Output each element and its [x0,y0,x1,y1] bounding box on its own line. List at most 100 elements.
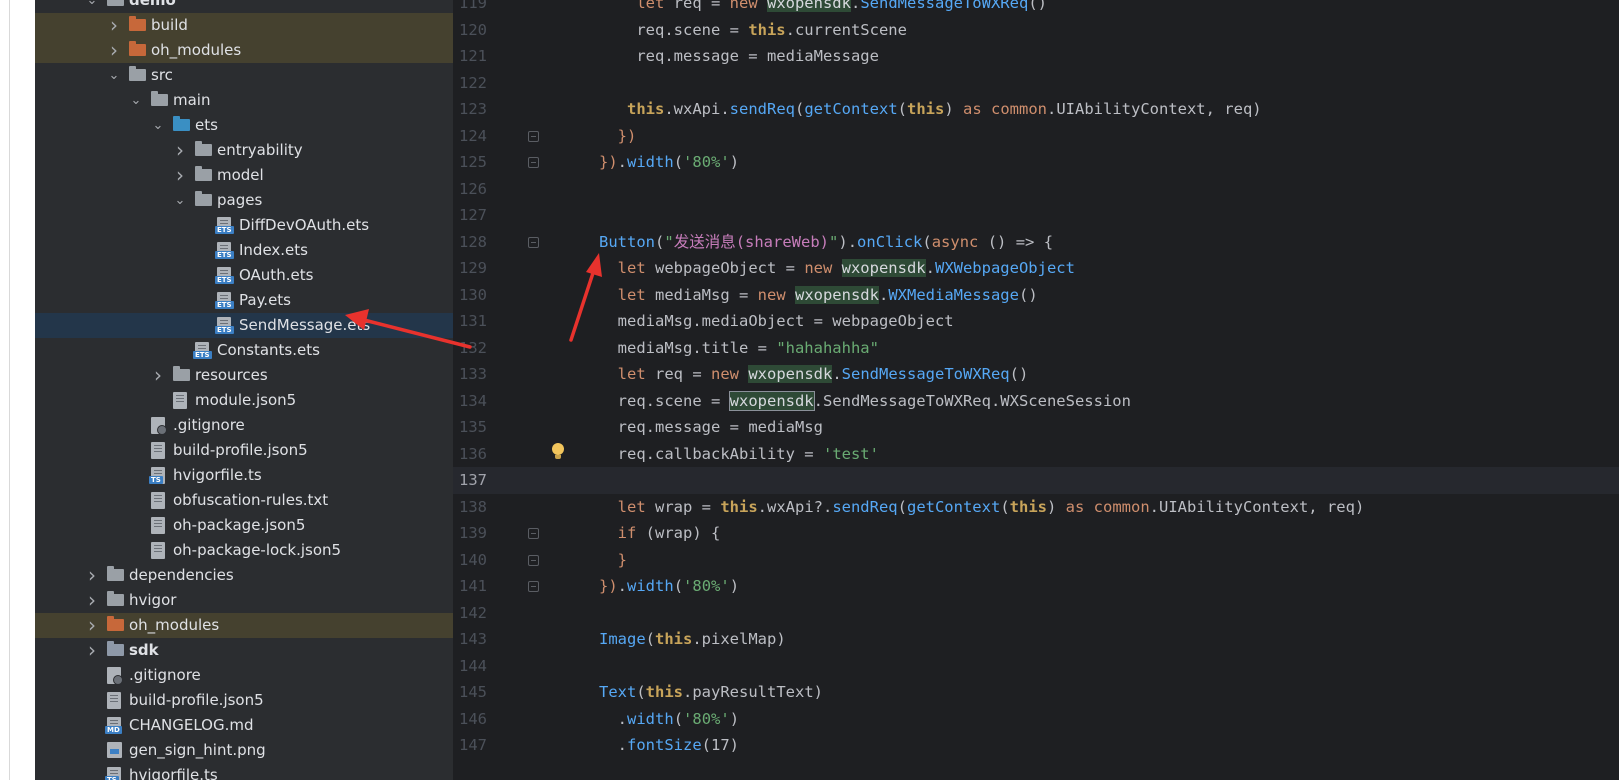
tree-item[interactable]: ETS DiffDevOAuth.ets [35,213,468,238]
line-number: 120 [459,20,487,39]
code-line[interactable]: 131 mediaMsg.mediaObject = webpageObject [453,308,1619,335]
chevron-down-icon[interactable]: ⌄ [173,188,187,213]
code-line[interactable]: 145 Text(this.payResultText) [453,679,1619,706]
chevron-right-icon[interactable]: › [151,363,165,388]
fold-marker-icon[interactable] [528,157,539,168]
line-number: 142 [459,603,487,622]
chevron-down-icon[interactable]: ⌄ [85,0,99,13]
tree-item[interactable]: › oh_modules [35,38,468,63]
line-number: 136 [459,444,487,463]
code-token: ) [1046,497,1066,516]
tree-item[interactable]: gen_sign_hint.png [35,738,468,763]
code-token: as [963,100,991,118]
code-line[interactable]: 144 [453,653,1619,680]
chevron-right-icon[interactable]: › [173,138,187,163]
code-line[interactable]: 146 .width('80%') [453,706,1619,733]
code-token: req.callbackAbility = [617,444,823,463]
code-line[interactable]: 142 [453,600,1619,627]
chevron-down-icon[interactable]: ⌄ [107,63,121,88]
project-tree-panel[interactable]: ⌄ demo › build › oh_modules ⌄ src ⌄ main ⌄ ets › entr… [35,0,468,780]
code-editor[interactable]: 119 let req = new wxopensdk.SendMessageT… [453,0,1619,780]
code-line[interactable]: 136 req.callbackAbility = 'test' [453,441,1619,468]
chevron-right-icon[interactable]: › [85,563,99,588]
tree-item[interactable]: oh-package-lock.json5 [35,538,468,563]
code-line[interactable]: 126 [453,176,1619,203]
tree-item[interactable]: › resources [35,363,468,388]
code-line[interactable]: 130 let mediaMsg = new wxopensdk.WXMedia… [453,282,1619,309]
code-line[interactable]: 123 this.wxApi.sendReq(getContext(this) … [453,96,1619,123]
code-line[interactable]: 143 Image(this.pixelMap) [453,626,1619,653]
tree-item[interactable]: MD CHANGELOG.md [35,713,468,738]
tree-item[interactable]: ⌄ main [35,88,468,113]
folder-icon [195,191,212,206]
code-line[interactable]: 141}).width('80%') [453,573,1619,600]
chevron-right-icon[interactable]: › [107,13,121,38]
code-line[interactable]: 125}).width('80%') [453,149,1619,176]
tree-item[interactable]: ⌄ pages [35,188,468,213]
tree-item[interactable]: TS hvigorfile.ts [35,463,468,488]
code-line[interactable]: 129 let webpageObject = new wxopensdk.WX… [453,255,1619,282]
code-line[interactable]: 133 let req = new wxopensdk.SendMessageT… [453,361,1619,388]
tree-item[interactable]: ⌄ ets [35,113,468,138]
folder-icon [195,141,212,156]
tree-item[interactable]: ⌄ src [35,63,468,88]
code-token: let [617,259,646,277]
code-line[interactable]: 137 [453,467,1619,494]
code-line[interactable]: 128 Button("发送消息(shareWeb)").onClick(asyn… [453,229,1619,256]
tree-item[interactable]: ETS Index.ets [35,238,468,263]
code-line[interactable]: 134 req.scene = wxopensdk.SendMessageToW… [453,388,1619,415]
code-line[interactable]: 122 [453,70,1619,97]
code-line[interactable]: 124 }) [453,123,1619,150]
chevron-right-icon[interactable]: › [85,613,99,638]
tree-item-label: .gitignore [129,666,201,684]
chevron-down-icon[interactable]: ⌄ [129,88,143,113]
tree-item[interactable]: build-profile.json5 [35,438,468,463]
code-line[interactable]: 127 [453,202,1619,229]
code-line[interactable]: 119 let req = new wxopensdk.SendMessageT… [453,0,1619,17]
code-token: this [655,630,693,648]
tree-item-label: sdk [129,641,159,659]
code-line[interactable]: 132 mediaMsg.title = "hahahahha" [453,335,1619,362]
code-line[interactable]: 138 let wrap = this.wxApi?.sendReq(getCo… [453,494,1619,521]
tree-item[interactable]: › model [35,163,468,188]
chevron-down-icon[interactable]: ⌄ [151,113,165,138]
code-text: req.scene = wxopensdk.SendMessageToWXReq… [599,388,1131,415]
tree-item[interactable]: ETS OAuth.ets [35,263,468,288]
chevron-right-icon[interactable]: › [173,163,187,188]
tree-item[interactable]: › build [35,13,468,38]
tree-item[interactable]: obfuscation-rules.txt [35,488,468,513]
chevron-right-icon[interactable]: › [85,638,99,663]
tree-item[interactable]: TS hvigorfile.ts [35,763,468,780]
code-line[interactable]: 135 req.message = mediaMsg [453,414,1619,441]
code-token: width [627,709,674,728]
tree-item[interactable]: module.json5 [35,388,468,413]
tree-item[interactable]: ETS SendMessage.ets [35,313,468,338]
tree-item[interactable]: › sdk [35,638,468,663]
json-file-icon [107,692,121,709]
fold-marker-icon[interactable] [528,130,539,142]
tree-item[interactable]: › oh_modules [35,613,468,638]
fold-marker-icon[interactable] [528,581,539,592]
tree-item[interactable]: build-profile.json5 [35,688,468,713]
fold-marker-icon[interactable] [528,528,539,539]
tree-item[interactable]: oh-package.json5 [35,513,468,538]
tree-item-label: hvigorfile.ts [173,466,262,484]
tree-item[interactable]: ETS Constants.ets [35,338,468,363]
fold-marker-icon[interactable] [528,554,539,566]
tree-item[interactable]: .gitignore [35,663,468,688]
code-line[interactable]: 121 req.message = mediaMessage [453,43,1619,70]
code-line[interactable]: 120 req.scene = this.currentScene [453,17,1619,44]
tree-item[interactable]: ETS Pay.ets [35,288,468,313]
code-line[interactable]: 140 } [453,547,1619,574]
code-line[interactable]: 139 if (wrap) { [453,520,1619,547]
code-text: Button("发送消息(shareWeb)").onClick(async (… [599,229,1053,256]
tree-item[interactable]: ⌄ demo [35,0,468,13]
chevron-right-icon[interactable]: › [85,588,99,613]
code-line[interactable]: 147 .fontSize(17) [453,732,1619,759]
fold-marker-icon[interactable] [528,236,539,248]
tree-item[interactable]: › dependencies [35,563,468,588]
tree-item[interactable]: .gitignore [35,413,468,438]
tree-item[interactable]: › hvigor [35,588,468,613]
chevron-right-icon[interactable]: › [107,38,121,63]
tree-item[interactable]: › entryability [35,138,468,163]
